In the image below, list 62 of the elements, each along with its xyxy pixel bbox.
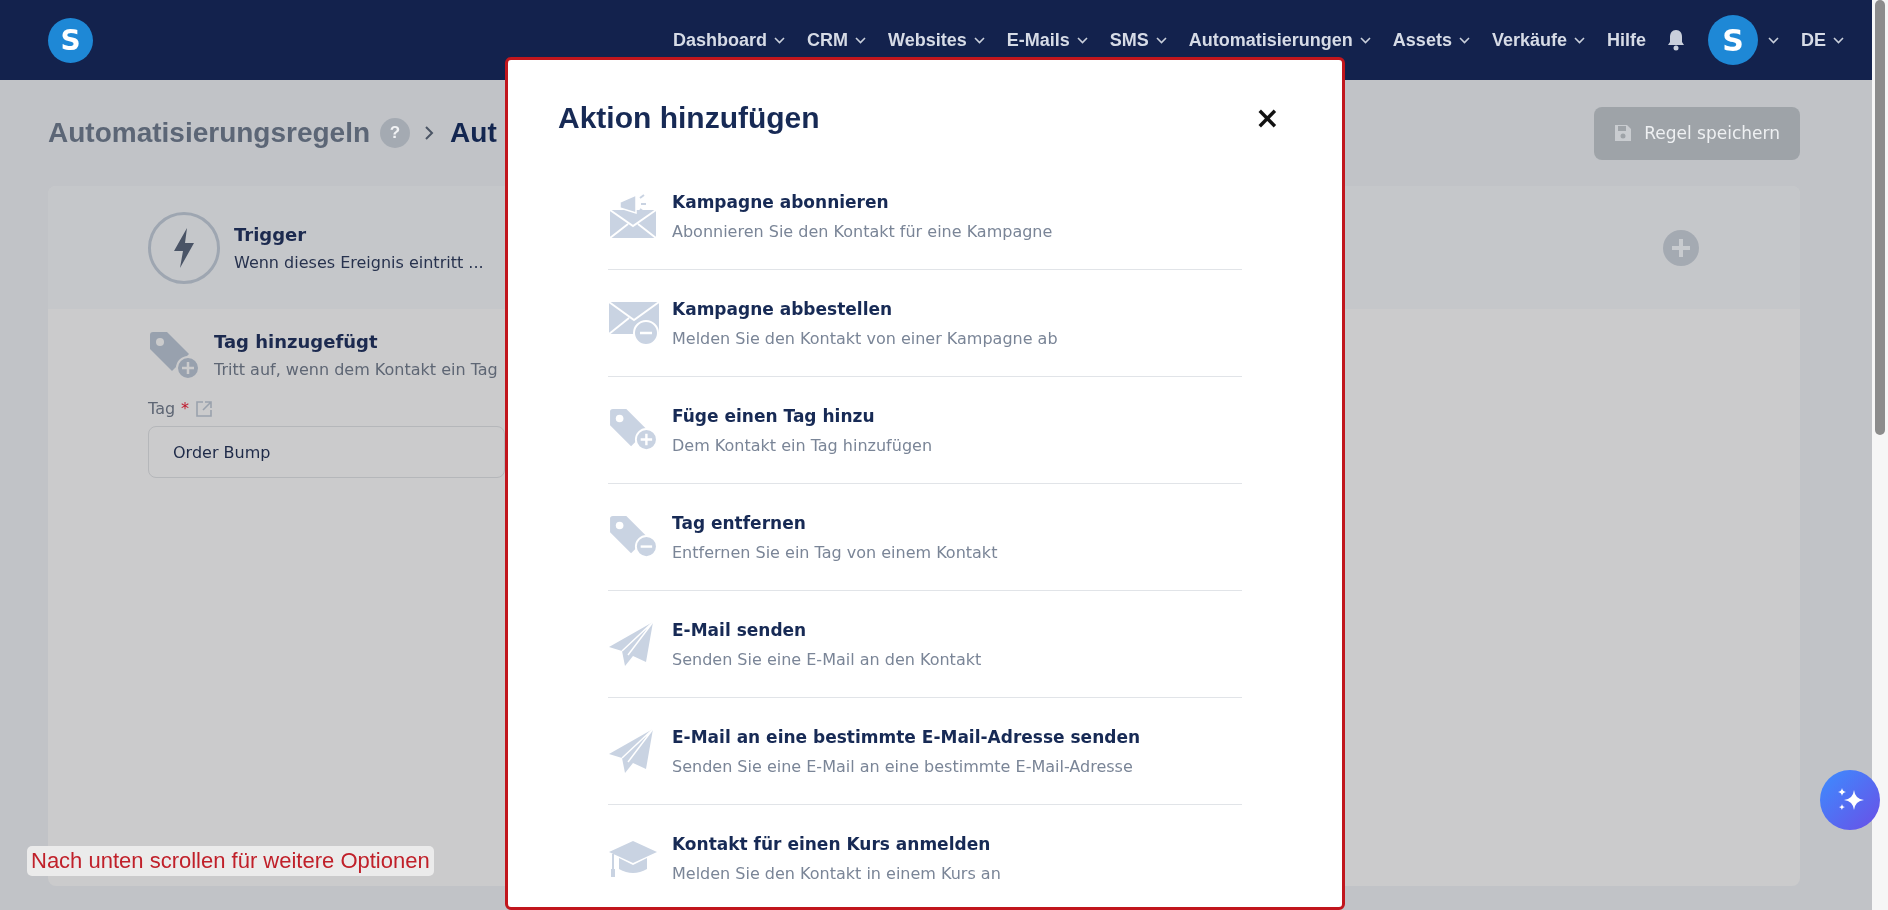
nav-menu-item[interactable]: Websites <box>888 29 985 51</box>
action-title[interactable]: Tag entfernen <box>672 512 998 533</box>
paper-plane-icon <box>608 621 654 667</box>
caret-icon <box>1359 36 1371 44</box>
action-title[interactable]: Füge einen Tag hinzu <box>672 405 933 426</box>
nav-menu-item[interactable]: Verkäufe <box>1491 29 1585 51</box>
event-description: Tritt auf, wenn dem Kontakt ein Tag <box>214 360 498 379</box>
caret-icon <box>855 36 867 44</box>
nav-menu-item[interactable]: Assets <box>1392 29 1470 51</box>
action-description: Senden Sie eine E-Mail an eine bestimmte E-Mail-Adresse <box>672 756 1134 776</box>
caret-icon <box>973 36 985 44</box>
action-description: Abonnieren Sie den Kontakt für eine Kampagne <box>672 221 1053 241</box>
nav-menu-item[interactable]: E-Mails <box>1006 29 1088 51</box>
lightning-icon <box>148 211 220 284</box>
action-description: Melden Sie den Kontakt von einer Kampagne ab <box>672 328 1058 348</box>
action-title[interactable]: Kampagne abbestellen <box>672 298 1058 319</box>
avatar[interactable]: S <box>1708 15 1758 65</box>
trigger-title: Trigger <box>234 223 308 245</box>
action-description: Entfernen Sie ein Tag von einem Kontakt <box>672 542 998 562</box>
caret-icon <box>1573 36 1585 44</box>
logo[interactable]: S <box>48 17 93 63</box>
caret-icon <box>1458 36 1470 44</box>
chevron-right-icon <box>424 125 435 141</box>
tag-plus-icon <box>148 331 200 381</box>
required-mark: * <box>181 399 190 418</box>
envelope-minus-icon <box>608 300 660 346</box>
action-title[interactable]: Kontakt für einen Kurs anmelden <box>672 834 1001 854</box>
nav-menu-item[interactable]: Hilfe <box>1606 29 1646 51</box>
close-button[interactable]: × <box>1242 100 1292 135</box>
action-title[interactable]: E-Mail senden <box>672 619 982 640</box>
bell-icon[interactable] <box>1666 29 1686 51</box>
add-icon[interactable] <box>1662 228 1700 267</box>
field-label: Tag <box>148 399 176 418</box>
graduation-cap-icon <box>608 838 658 879</box>
caret-icon <box>1155 36 1167 44</box>
action-title[interactable]: Kampagne abonnieren <box>672 191 1053 212</box>
breadcrumb-current: Aut <box>450 117 497 149</box>
caret-icon <box>1768 36 1779 44</box>
nav-menu-item[interactable]: Automatisierungen <box>1188 29 1371 51</box>
action-description: Dem Kontakt ein Tag hinzufügen <box>672 435 933 455</box>
tag-select-field[interactable]: Order Bump <box>148 426 505 478</box>
modal-title: Aktion hinzufügen <box>558 100 820 135</box>
tag-plus-icon <box>608 408 658 452</box>
caret-icon <box>774 36 786 44</box>
action-description: Senden Sie eine E-Mail an den Kontakt <box>672 649 982 669</box>
envelope-megaphone-icon <box>608 192 658 240</box>
event-title: Tag hinzugefügt <box>214 331 379 352</box>
caret-icon <box>1076 36 1088 44</box>
nav-menu-item[interactable]: CRM <box>807 29 867 51</box>
trigger-subtitle: Wenn dieses Ereignis eintritt ... <box>234 252 484 272</box>
external-link-icon[interactable] <box>195 399 214 418</box>
nav-menu-item[interactable]: SMS <box>1109 29 1167 51</box>
scrollbar-thumb[interactable] <box>1875 0 1885 435</box>
nav-menu-item[interactable]: Dashboard <box>673 29 786 51</box>
action-title[interactable]: E-Mail an eine bestimmte E-Mail-Adresse senden <box>672 726 1141 747</box>
caret-icon <box>1833 36 1844 44</box>
paper-plane-icon <box>608 728 654 774</box>
language-selector[interactable]: DE <box>1801 29 1844 51</box>
scroll-hint: Nach unten scrollen für weitere Optionen <box>27 846 434 876</box>
assistant-button[interactable] <box>1820 770 1880 830</box>
tag-minus-icon <box>608 515 658 559</box>
action-description: Melden Sie den Kontakt in einem Kurs an <box>672 864 1001 883</box>
